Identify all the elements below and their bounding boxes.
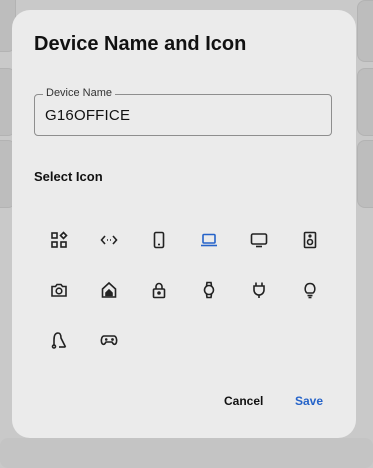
icon-option-laptop[interactable] — [195, 226, 223, 254]
save-button[interactable]: Save — [295, 394, 323, 408]
background-card — [357, 140, 373, 208]
icon-option-gamepad[interactable] — [95, 326, 123, 354]
device-name-dialog: Device Name and Icon Device Name G16OFFI… — [12, 10, 356, 438]
background-card — [357, 68, 373, 136]
watch-icon — [203, 281, 215, 299]
camera-icon — [51, 283, 67, 297]
speaker-icon — [303, 231, 317, 249]
plug-icon — [253, 282, 265, 298]
background-strip — [0, 438, 373, 468]
lock-icon — [152, 282, 166, 299]
device-name-field[interactable]: Device Name G16OFFICE — [34, 87, 332, 136]
arrows-icon — [100, 235, 118, 245]
tv-icon — [250, 233, 268, 248]
dialog-title: Device Name and Icon — [34, 33, 247, 55]
phone-icon — [153, 231, 165, 249]
home-icon — [101, 281, 117, 298]
apps-icon — [51, 231, 68, 248]
icon-option-arrows[interactable] — [95, 226, 123, 254]
background-card — [357, 0, 373, 62]
gamepad-icon — [100, 335, 118, 346]
icon-option-phone[interactable] — [145, 226, 173, 254]
select-icon-heading: Select Icon — [34, 169, 103, 184]
icon-option-lock[interactable] — [145, 276, 173, 304]
laptop-icon — [201, 233, 217, 247]
icon-option-watch[interactable] — [195, 276, 223, 304]
icon-option-speaker[interactable] — [296, 226, 324, 254]
icon-option-vacuum[interactable] — [45, 326, 73, 354]
icon-option-bulb[interactable] — [296, 276, 324, 304]
device-name-input[interactable]: G16OFFICE — [45, 107, 130, 124]
icon-option-tv[interactable] — [245, 226, 273, 254]
icon-option-apps[interactable] — [45, 226, 73, 254]
icon-option-camera[interactable] — [45, 276, 73, 304]
device-name-label: Device Name — [43, 87, 116, 99]
icon-option-home[interactable] — [95, 276, 123, 304]
icon-option-plug[interactable] — [245, 276, 273, 304]
vacuum-icon — [51, 332, 67, 349]
cancel-button[interactable]: Cancel — [224, 394, 263, 408]
bulb-icon — [304, 282, 316, 299]
